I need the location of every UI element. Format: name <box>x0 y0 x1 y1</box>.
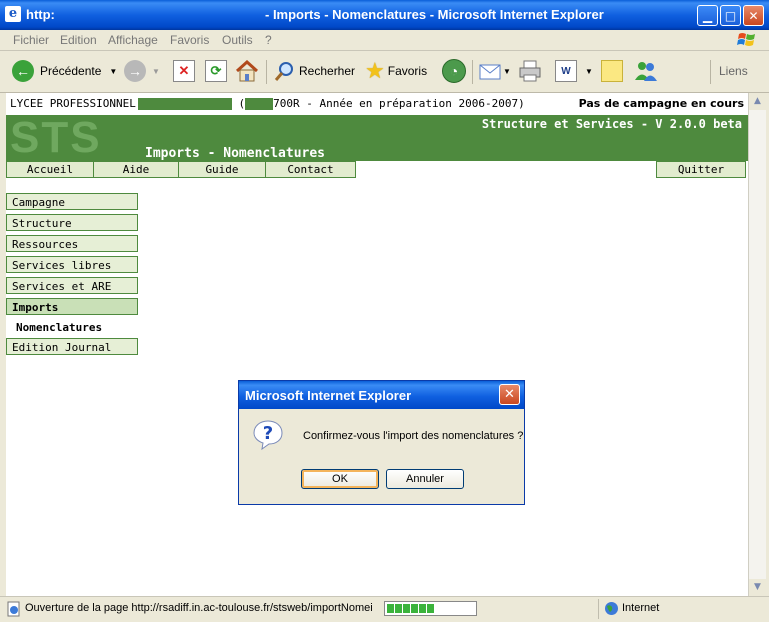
svg-text:?: ? <box>263 423 273 444</box>
close-window-button[interactable]: ✕ <box>743 5 764 26</box>
stop-icon: ✕ <box>173 60 195 82</box>
refresh-icon: ⟳ <box>205 60 227 82</box>
menu-edition[interactable]: Edition <box>60 33 97 47</box>
home-button[interactable] <box>235 59 259 83</box>
menu-bar: Fichier Edition Affichage Favoris Outils… <box>0 30 769 51</box>
forward-button[interactable]: → ▼ <box>124 59 160 83</box>
search-button[interactable]: Recherher <box>274 59 355 83</box>
menu-affichage[interactable]: Affichage <box>108 33 158 47</box>
dropdown-arrow-icon: ▼ <box>503 66 511 76</box>
status-bar: Ouverture de la page http://rsadiff.in.a… <box>0 596 769 622</box>
submenu-nomenclatures[interactable]: Nomenclatures <box>16 321 102 334</box>
messenger-icon <box>635 62 657 81</box>
redacted-name <box>137 98 232 110</box>
nav-accueil[interactable]: Accueil <box>6 161 94 178</box>
nav-contact[interactable]: Contact <box>265 161 356 178</box>
stop-button[interactable]: ✕ <box>173 59 195 83</box>
ok-button[interactable]: OK <box>301 469 379 489</box>
dropdown-arrow-icon: ▼ <box>109 66 118 76</box>
menu-help[interactable]: ? <box>265 33 272 47</box>
dialog-close-button[interactable]: ✕ <box>499 384 520 405</box>
toolbar: ← Précédente ▼ → ▼ ✕ ⟳ Recherher ★ Favor… <box>0 51 769 93</box>
menu-ressources[interactable]: Ressources <box>6 235 138 252</box>
menu-outils[interactable]: Outils <box>222 33 253 47</box>
edit-button[interactable]: W ▼ <box>555 59 593 83</box>
menu-edition-journal[interactable]: Edition Journal <box>6 338 138 355</box>
confirm-dialog: Microsoft Internet Explorer ✕ ? Confirme… <box>238 380 525 505</box>
internet-globe-icon <box>605 602 618 615</box>
note-icon <box>601 60 623 82</box>
word-icon: W <box>555 60 577 82</box>
redacted-code <box>245 98 274 110</box>
home-icon <box>235 60 259 82</box>
menu-campagne[interactable]: Campagne <box>6 193 138 210</box>
windows-flag-icon <box>737 33 755 46</box>
refresh-button[interactable]: ⟳ <box>205 59 227 83</box>
dialog-message: Confirmez-vous l'import des nomenclature… <box>303 430 524 442</box>
dropdown-arrow-icon: ▼ <box>585 66 593 76</box>
campaign-status: Pas de campagne en cours <box>578 97 744 110</box>
nav-aide[interactable]: Aide <box>93 161 179 178</box>
window-title: - Imports - Nomenclatures - Microsoft In… <box>265 7 604 22</box>
print-icon <box>519 60 541 82</box>
links-button[interactable]: Liens <box>719 59 748 83</box>
minimize-button[interactable]: ▁ <box>697 5 718 26</box>
messenger-button[interactable] <box>633 59 659 83</box>
menu-fichier[interactable]: Fichier <box>13 33 49 47</box>
notes-button[interactable] <box>601 59 623 83</box>
scroll-down-icon[interactable]: ▼ <box>749 579 766 596</box>
menu-structure[interactable]: Structure <box>6 214 138 231</box>
back-button[interactable]: ← Précédente ▼ <box>12 59 117 83</box>
page-content: LYCEE PROFESSIONNEL (700R - Année en pré… <box>6 93 748 596</box>
forward-arrow-icon: → <box>124 60 146 82</box>
dialog-title: Microsoft Internet Explorer <box>245 388 412 403</box>
search-icon <box>274 62 293 81</box>
question-icon: ? <box>253 420 283 451</box>
sts-logo: STS <box>10 113 102 162</box>
star-icon: ★ <box>365 58 385 83</box>
vertical-scrollbar[interactable]: ▲ ▼ <box>748 93 766 596</box>
window-title-left: http: <box>26 7 55 22</box>
dropdown-arrow-icon: ▼ <box>152 66 160 76</box>
app-subtitle: Structure et Services - V 2.0.0 beta <box>481 117 742 131</box>
menu-services-libres[interactable]: Services libres <box>6 256 138 273</box>
loading-progress <box>384 601 477 616</box>
mail-icon <box>479 64 501 80</box>
maximize-button[interactable]: □ <box>720 5 741 26</box>
cancel-button[interactable]: Annuler <box>386 469 464 489</box>
menu-favoris[interactable]: Favoris <box>170 33 209 47</box>
page-title: Imports - Nomenclatures <box>145 146 326 161</box>
history-button[interactable]: ◔ <box>442 59 466 83</box>
dialog-title-bar[interactable]: Microsoft Internet Explorer ✕ <box>239 381 524 409</box>
print-button[interactable] <box>518 59 542 83</box>
app-banner: STS Structure et Services - V 2.0.0 beta… <box>6 115 748 161</box>
ie-logo-icon: e <box>5 6 21 22</box>
nav-guide[interactable]: Guide <box>178 161 266 178</box>
nav-quitter[interactable]: Quitter <box>656 161 746 178</box>
back-arrow-icon: ← <box>12 60 34 82</box>
mail-button[interactable]: ▼ <box>479 59 511 83</box>
menu-services-are[interactable]: Services et ARE <box>6 277 138 294</box>
security-zone: Internet <box>622 602 660 614</box>
scroll-up-icon[interactable]: ▲ <box>749 93 766 110</box>
page-loading-icon <box>7 601 20 617</box>
history-icon: ◔ <box>442 59 466 83</box>
menu-imports[interactable]: Imports <box>6 298 138 315</box>
status-text: Ouverture de la page http://rsadiff.in.a… <box>25 602 373 614</box>
favorites-button[interactable]: ★ Favoris <box>365 58 427 83</box>
window-title-bar[interactable]: e http: - Imports - Nomenclatures - Micr… <box>0 0 769 30</box>
school-header: LYCEE PROFESSIONNEL (700R - Année en pré… <box>10 97 525 110</box>
